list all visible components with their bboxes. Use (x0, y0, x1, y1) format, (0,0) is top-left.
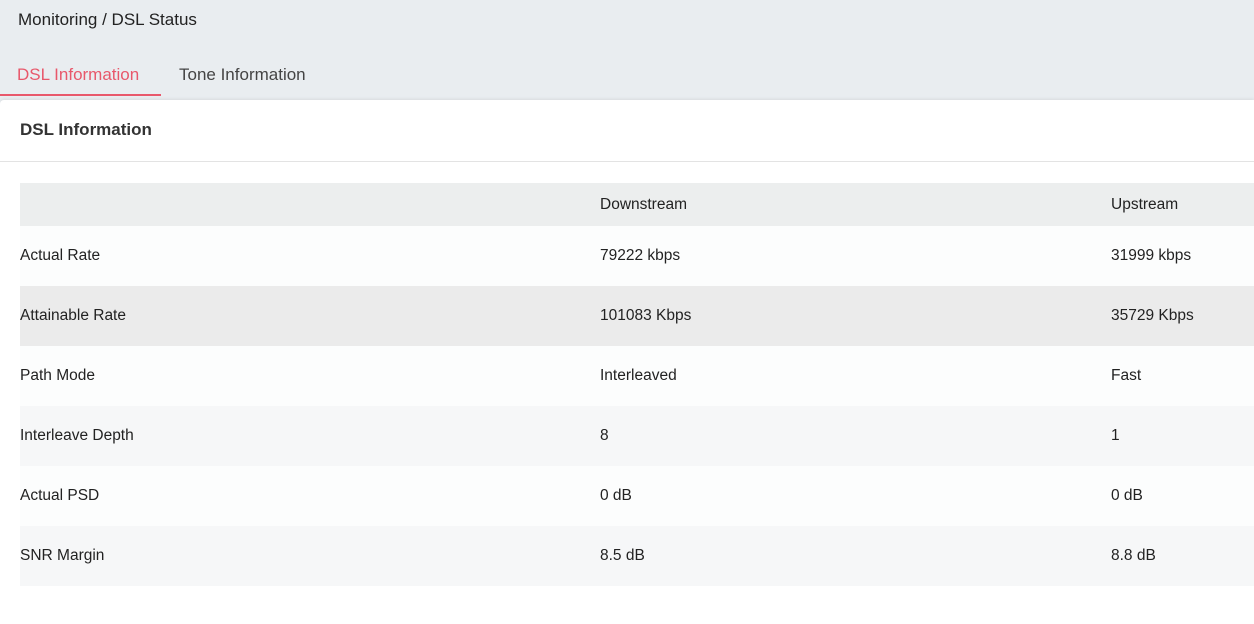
dsl-info-table: Downstream Upstream Actual Rate 79222 kb… (20, 183, 1254, 586)
upstream-value: 0 dB (1111, 466, 1254, 526)
row-label: Actual Rate (20, 226, 600, 286)
tab-dsl-information[interactable]: DSL Information (0, 56, 161, 96)
row-label: Path Mode (20, 346, 600, 406)
tab-tone-information[interactable]: Tone Information (161, 56, 306, 96)
dsl-information-panel: DSL Information Downstream Upstream Actu… (0, 100, 1254, 624)
column-header-parameter (20, 183, 600, 226)
upstream-value: 1 (1111, 406, 1254, 466)
downstream-value: 101083 Kbps (600, 286, 1111, 346)
page-header: Monitoring / DSL Status DSL Information … (0, 0, 1254, 100)
tab-bar: DSL Information Tone Information (0, 56, 306, 98)
row-label: Actual PSD (20, 466, 600, 526)
upstream-value: Fast (1111, 346, 1254, 406)
table-row: Path Mode Interleaved Fast (20, 346, 1254, 406)
downstream-value: 8.5 dB (600, 526, 1111, 586)
row-label: Interleave Depth (20, 406, 600, 466)
table-row: Attainable Rate 101083 Kbps 35729 Kbps (20, 286, 1254, 346)
table-header-row: Downstream Upstream (20, 183, 1254, 226)
table-row: Actual PSD 0 dB 0 dB (20, 466, 1254, 526)
upstream-value: 35729 Kbps (1111, 286, 1254, 346)
row-label: Attainable Rate (20, 286, 600, 346)
column-header-downstream: Downstream (600, 183, 1111, 226)
table-row: Interleave Depth 8 1 (20, 406, 1254, 466)
table-row: SNR Margin 8.5 dB 8.8 dB (20, 526, 1254, 586)
downstream-value: 8 (600, 406, 1111, 466)
upstream-value: 31999 kbps (1111, 226, 1254, 286)
column-header-upstream: Upstream (1111, 183, 1254, 226)
panel-title: DSL Information (0, 100, 1254, 162)
row-label: SNR Margin (20, 526, 600, 586)
downstream-value: 0 dB (600, 466, 1111, 526)
upstream-value: 8.8 dB (1111, 526, 1254, 586)
table-row: Actual Rate 79222 kbps 31999 kbps (20, 226, 1254, 286)
downstream-value: Interleaved (600, 346, 1111, 406)
breadcrumb: Monitoring / DSL Status (18, 10, 197, 29)
downstream-value: 79222 kbps (600, 226, 1111, 286)
